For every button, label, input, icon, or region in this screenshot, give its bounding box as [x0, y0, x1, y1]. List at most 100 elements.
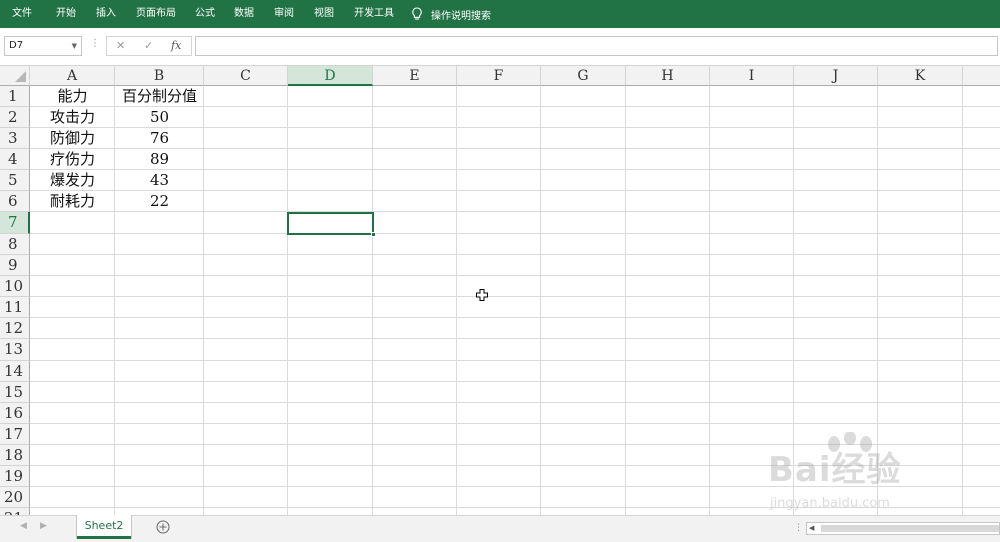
gridline [30, 296, 1000, 297]
gridline [30, 275, 1000, 276]
fill-handle[interactable] [371, 232, 376, 237]
gridline [30, 423, 1000, 424]
gridline [372, 86, 373, 515]
gridline [30, 465, 1000, 466]
cell-a3[interactable]: 防御力 [30, 128, 115, 149]
row-header-12[interactable]: 12 [0, 318, 30, 339]
column-header-k[interactable]: K [878, 66, 963, 86]
gridline [30, 381, 1000, 382]
sheet-tab-sheet2[interactable]: Sheet2 [77, 515, 131, 539]
enter-icon[interactable]: ✓ [144, 37, 153, 55]
gridline [30, 402, 1000, 403]
tab-page-layout[interactable]: 页面布局 [136, 0, 176, 28]
cell-b1[interactable]: 百分制分值 [115, 86, 204, 107]
tab-data[interactable]: 数据 [234, 0, 254, 28]
cell-b2[interactable]: 50 [115, 107, 204, 128]
gridline [625, 86, 626, 515]
row-header-16[interactable]: 16 [0, 403, 30, 424]
select-all-button[interactable] [0, 66, 30, 86]
formula-tools: ✕ ✓ fx [106, 36, 192, 56]
active-cell-d7[interactable] [287, 212, 376, 237]
gridline [962, 86, 963, 515]
row-header-1[interactable]: 1 [0, 86, 30, 107]
gridline [30, 317, 1000, 318]
tab-formulas[interactable]: 公式 [195, 0, 215, 28]
gridline [30, 338, 1000, 339]
column-header-j[interactable]: J [794, 66, 878, 86]
insert-function-icon[interactable]: fx [171, 37, 181, 55]
cell-b4[interactable]: 89 [115, 149, 204, 170]
tab-view[interactable]: 视图 [314, 0, 334, 28]
row-header-3[interactable]: 3 [0, 128, 30, 149]
sheet-tab-bar: ◀ ▶ Sheet2 ⋮ ◀ [0, 515, 1000, 542]
row-header-8[interactable]: 8 [0, 234, 30, 255]
gridline [456, 86, 457, 515]
scrollbar-thumb[interactable] [821, 525, 999, 532]
cell-a1[interactable]: 能力 [30, 86, 115, 107]
cell-select-cursor-icon [476, 289, 488, 301]
row-header-18[interactable]: 18 [0, 445, 30, 466]
chevron-down-icon[interactable]: ▼ [72, 37, 77, 55]
row-header-19[interactable]: 19 [0, 466, 30, 487]
column-header-e[interactable]: E [373, 66, 457, 86]
row-header-14[interactable]: 14 [0, 361, 30, 382]
select-all-triangle-icon [15, 71, 26, 82]
row-header-21[interactable]: 21 [0, 508, 30, 515]
add-sheet-icon[interactable] [156, 520, 170, 534]
cell-b3[interactable]: 76 [115, 128, 204, 149]
gridline [30, 444, 1000, 445]
horizontal-scrollbar[interactable]: ◀ [806, 522, 1000, 535]
column-header-i[interactable]: I [710, 66, 794, 86]
sheet-prev-icon[interactable]: ◀ [20, 521, 27, 531]
column-header-d[interactable]: D [288, 66, 373, 86]
name-box-value: D7 [9, 40, 24, 51]
row-header-20[interactable]: 20 [0, 487, 30, 508]
column-header-g[interactable]: G [541, 66, 626, 86]
cell-a2[interactable]: 攻击力 [30, 107, 115, 128]
formula-bar-grip-icon[interactable]: ⋮ [90, 38, 100, 49]
tab-review[interactable]: 审阅 [274, 0, 294, 28]
spreadsheet-grid[interactable]: A B C D E F G H I J K 1 2 3 4 5 6 7 8 9 … [0, 66, 1000, 515]
row-header-6[interactable]: 6 [0, 191, 30, 212]
name-box[interactable]: D7 ▼ [4, 36, 82, 56]
column-header-h[interactable]: H [626, 66, 710, 86]
row-header-13[interactable]: 13 [0, 339, 30, 361]
tab-home[interactable]: 开始 [56, 0, 76, 28]
gridline [287, 86, 288, 515]
tab-insert[interactable]: 插入 [96, 0, 116, 28]
row-header-4[interactable]: 4 [0, 149, 30, 170]
cell-b6[interactable]: 22 [115, 191, 204, 212]
lightbulb-icon [412, 7, 422, 20]
row-header-15[interactable]: 15 [0, 382, 30, 403]
formula-input[interactable] [195, 36, 998, 56]
column-header-b[interactable]: B [115, 66, 204, 86]
row-header-2[interactable]: 2 [0, 107, 30, 128]
row-header-10[interactable]: 10 [0, 276, 30, 297]
row-header-17[interactable]: 17 [0, 424, 30, 445]
row-header-9[interactable]: 9 [0, 255, 30, 276]
scroll-left-icon[interactable]: ◀ [809, 523, 814, 534]
gridline [877, 86, 878, 515]
tell-me-search[interactable]: 操作说明搜索 [411, 0, 491, 28]
tab-file[interactable]: 文件 [12, 0, 32, 28]
tell-me-label: 操作说明搜索 [431, 10, 491, 22]
gridline [30, 254, 1000, 255]
row-header-11[interactable]: 11 [0, 297, 30, 318]
column-header-c[interactable]: C [204, 66, 288, 86]
cell-a6[interactable]: 耐耗力 [30, 191, 115, 212]
gridline [30, 360, 1000, 361]
column-header-l[interactable] [963, 66, 1000, 86]
tab-developer[interactable]: 开发工具 [354, 0, 394, 28]
sheet-next-icon[interactable]: ▶ [40, 521, 47, 531]
column-header-f[interactable]: F [457, 66, 541, 86]
row-header-5[interactable]: 5 [0, 170, 30, 191]
cell-b5[interactable]: 43 [115, 170, 204, 191]
cell-a5[interactable]: 爆发力 [30, 170, 115, 191]
row-header-7[interactable]: 7 [0, 212, 30, 234]
column-header-a[interactable]: A [30, 66, 115, 86]
cancel-icon[interactable]: ✕ [116, 37, 125, 55]
ribbon-tab-bar: 文件 开始 插入 页面布局 公式 数据 审阅 视图 开发工具 操作说明搜索 [0, 0, 1000, 28]
cell-a4[interactable]: 疗伤力 [30, 149, 115, 170]
tab-split-handle-icon[interactable]: ⋮ [794, 523, 803, 533]
gridline [793, 86, 794, 515]
